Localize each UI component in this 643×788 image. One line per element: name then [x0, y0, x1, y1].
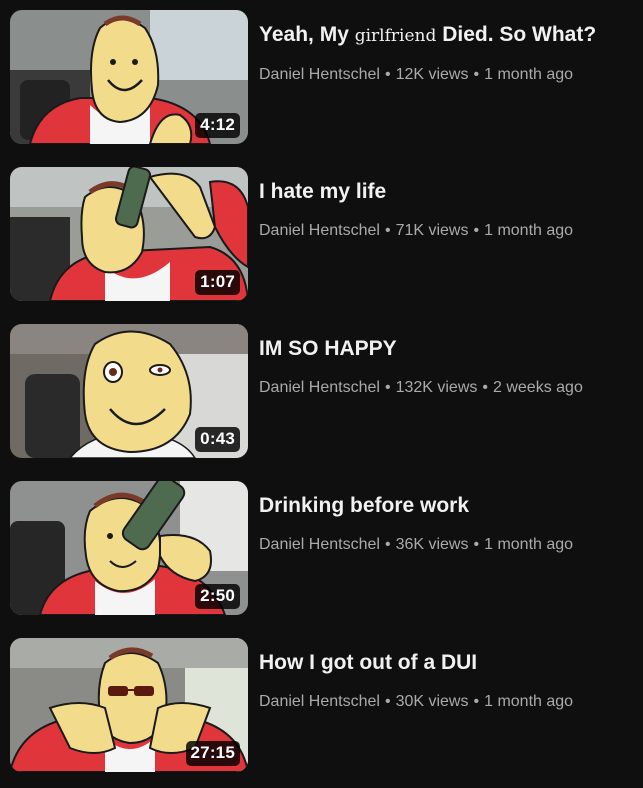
separator-dot: • — [473, 222, 480, 239]
upload-age: 1 month ago — [484, 66, 574, 83]
video-meta: Daniel Hentschel • 71K views • 1 month ago — [259, 222, 639, 240]
upload-age: 2 weeks ago — [493, 379, 583, 396]
video-details: IM SO HAPPY Daniel Hentschel • 132K views •… — [259, 324, 639, 397]
video-thumbnail[interactable]: 27:15 — [10, 638, 248, 772]
video-item[interactable]: 4:12 Yeah, My girlfriend Died. So What? … — [0, 10, 643, 160]
separator-dot: • — [473, 693, 480, 710]
video-thumbnail[interactable]: 2:50 — [10, 481, 248, 615]
channel-name[interactable]: Daniel Hentschel — [259, 693, 380, 710]
video-item[interactable]: 0:43 IM SO HAPPY Daniel Hentschel • 132K v… — [0, 324, 643, 474]
upload-age: 1 month ago — [484, 222, 574, 239]
channel-name[interactable]: Daniel Hentschel — [259, 536, 380, 553]
video-meta: Daniel Hentschel • 132K views • 2 weeks ago — [259, 379, 639, 397]
video-thumbnail[interactable]: 0:43 — [10, 324, 248, 458]
duration-badge: 4:12 — [195, 113, 240, 138]
upload-age: 1 month ago — [484, 693, 574, 710]
view-count: 132K views — [395, 379, 478, 396]
video-details: Yeah, My girlfriend Died. So What? Danie… — [259, 10, 639, 84]
video-list: 4:12 Yeah, My girlfriend Died. So What? … — [0, 0, 643, 775]
view-count: 30K views — [395, 693, 469, 710]
video-meta: Daniel Hentschel • 30K views • 1 month ago — [259, 693, 639, 711]
duration-badge: 1:07 — [195, 270, 240, 295]
video-title[interactable]: Drinking before work — [259, 493, 639, 519]
view-count: 12K views — [395, 66, 469, 83]
video-title[interactable]: How I got out of a DUI — [259, 650, 639, 676]
video-meta: Daniel Hentschel • 36K views • 1 month ago — [259, 536, 639, 554]
channel-name[interactable]: Daniel Hentschel — [259, 379, 380, 396]
separator-dot: • — [473, 536, 480, 553]
title-part-styled: girlfriend — [354, 26, 437, 46]
upload-age: 1 month ago — [484, 536, 574, 553]
video-thumbnail[interactable]: 4:12 — [10, 10, 248, 144]
video-item[interactable]: 2:50 Drinking before work Daniel Hentsch… — [0, 481, 643, 631]
video-item[interactable]: 1:07 I hate my life Daniel Hentschel • 71K… — [0, 167, 643, 317]
video-details: Drinking before work Daniel Hentschel • 36… — [259, 481, 639, 554]
separator-dot: • — [384, 536, 391, 553]
video-item[interactable]: 27:15 How I got out of a DUI Daniel Hent… — [0, 638, 643, 788]
video-title[interactable]: I hate my life — [259, 179, 639, 205]
video-title[interactable]: Yeah, My girlfriend Died. So What? — [259, 22, 639, 49]
separator-dot: • — [384, 66, 391, 83]
duration-badge: 0:43 — [195, 427, 240, 452]
video-thumbnail[interactable]: 1:07 — [10, 167, 248, 301]
title-part: Yeah, My — [259, 23, 355, 46]
channel-name[interactable]: Daniel Hentschel — [259, 66, 380, 83]
channel-name[interactable]: Daniel Hentschel — [259, 222, 380, 239]
title-part: Died. So What? — [436, 23, 597, 46]
view-count: 36K views — [395, 536, 469, 553]
separator-dot: • — [384, 693, 391, 710]
separator-dot: • — [473, 66, 480, 83]
view-count: 71K views — [395, 222, 469, 239]
video-details: I hate my life Daniel Hentschel • 71K view… — [259, 167, 639, 240]
video-title[interactable]: IM SO HAPPY — [259, 336, 639, 362]
video-details: How I got out of a DUI Daniel Hentschel •… — [259, 638, 639, 711]
separator-dot: • — [384, 222, 391, 239]
duration-badge: 2:50 — [195, 584, 240, 609]
separator-dot: • — [482, 379, 488, 396]
separator-dot: • — [384, 379, 391, 396]
duration-badge: 27:15 — [185, 741, 240, 766]
video-meta: Daniel Hentschel • 12K views • 1 month ago — [259, 66, 639, 84]
